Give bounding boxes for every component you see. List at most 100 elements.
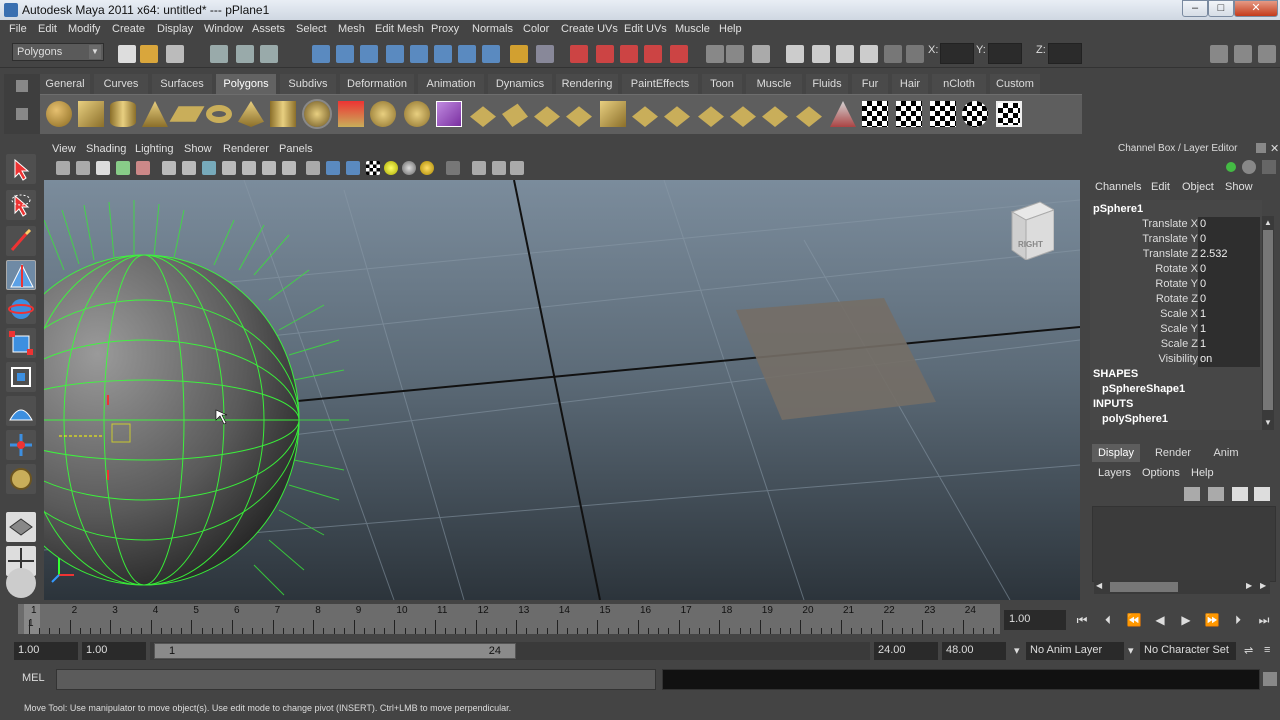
render-frame-icon[interactable] (812, 45, 830, 63)
channel-box-object-name[interactable]: pSphere1 (1093, 203, 1143, 215)
menu-edit[interactable]: Edit (38, 23, 57, 35)
menu-help[interactable]: Help (719, 23, 742, 35)
open-scene-icon[interactable] (140, 45, 158, 63)
menu-edit-mesh[interactable]: Edit Mesh (375, 23, 424, 35)
highlight-selection-icon[interactable] (536, 45, 554, 63)
quadrangulate-icon[interactable] (796, 106, 822, 127)
scroll-thumb[interactable] (1263, 230, 1273, 410)
render-settings-icon[interactable] (860, 45, 878, 63)
shelf-tab-polygons[interactable]: Polygons (216, 74, 276, 94)
reduce-icon[interactable] (830, 101, 856, 127)
save-scene-icon[interactable] (166, 45, 184, 63)
both-mode-icon[interactable] (1262, 160, 1276, 174)
boolean-union-icon[interactable] (404, 101, 430, 127)
cb-menu-channels[interactable]: Channels (1095, 181, 1141, 193)
select-misc-icon[interactable] (482, 45, 500, 63)
show-manipulator-icon[interactable] (6, 430, 36, 460)
channel-value[interactable]: 0 (1198, 262, 1260, 277)
soft-modification-tool-icon[interactable] (6, 396, 36, 426)
character-set-dropdown[interactable]: No Character Set (1140, 642, 1236, 660)
sphere-object[interactable] (44, 200, 349, 596)
collapse-icon[interactable] (730, 106, 756, 127)
cb-menu-object[interactable]: Object (1182, 181, 1214, 193)
textured-icon[interactable] (366, 161, 380, 175)
channel-row[interactable]: Rotate X0 (1088, 262, 1260, 277)
character-set-dropdown-icon[interactable]: ▾ (1124, 642, 1140, 660)
xray-icon[interactable] (446, 161, 460, 175)
play-forwards-icon[interactable]: ▶ (1176, 611, 1196, 629)
snap-grid-icon[interactable] (570, 45, 588, 63)
share-icon[interactable] (510, 161, 524, 175)
poly-plane-icon[interactable] (169, 106, 205, 122)
range-slider[interactable]: 1 24 (150, 642, 870, 660)
combine-icon[interactable] (338, 101, 364, 127)
create-empty-layer-icon[interactable] (1232, 487, 1248, 501)
spherical-mapping-icon[interactable] (930, 101, 956, 127)
perspective-viewport[interactable]: RIGHT (44, 180, 1080, 600)
select-rendering-icon[interactable] (458, 45, 476, 63)
safe-action-icon[interactable] (262, 161, 276, 175)
append-polygon-icon[interactable] (534, 106, 560, 127)
shelf-tab-custom[interactable]: Custom (990, 74, 1040, 94)
lock-selection-icon[interactable] (510, 45, 528, 63)
animation-start-field[interactable]: 1.00 (14, 642, 78, 660)
grid-icon[interactable] (162, 161, 176, 175)
shelf-tab-surfaces[interactable]: Surfaces (152, 74, 212, 94)
attribute-editor-toggle-icon[interactable] (1210, 45, 1228, 63)
poly-prism-icon[interactable] (238, 101, 264, 127)
menu-normals[interactable]: Normals (472, 23, 513, 35)
bridge-icon[interactable] (502, 103, 528, 127)
playback-end-field[interactable]: 24.00 (874, 642, 938, 660)
select-curves-icon[interactable] (360, 45, 378, 63)
select-camera-icon[interactable] (56, 161, 70, 175)
auto-key-icon[interactable]: ⇌ (1240, 642, 1258, 660)
separate-icon[interactable] (370, 101, 396, 127)
film-gate-icon[interactable] (182, 161, 196, 175)
history-output-icon[interactable] (726, 45, 744, 63)
select-dynamics-icon[interactable] (434, 45, 452, 63)
panel-menu-lighting[interactable]: Lighting (135, 143, 174, 155)
anim-layer-dropdown[interactable]: No Anim Layer (1026, 642, 1124, 660)
channel-box-scrollbar[interactable]: ▲ ▼ (1262, 216, 1274, 430)
camera-attributes-icon[interactable] (76, 161, 90, 175)
menu-set-dropdown[interactable]: Polygons ▼ (12, 43, 104, 61)
shelf-tab-muscle[interactable]: Muscle (746, 74, 802, 94)
ipr-render-icon[interactable] (836, 45, 854, 63)
image-plane-icon[interactable] (116, 161, 130, 175)
panel-menu-show[interactable]: Show (184, 143, 212, 155)
scroll-up-icon[interactable]: ▲ (1263, 218, 1273, 228)
channel-row[interactable]: Scale Z1 (1088, 337, 1260, 352)
shelf-tab-fur[interactable]: Fur (852, 74, 888, 94)
current-frame-field[interactable]: 1.00 (1004, 610, 1066, 630)
poly-cube-icon[interactable] (78, 101, 104, 127)
scroll-left-icon[interactable]: ◀ (1096, 581, 1102, 590)
shelf-tab-animation[interactable]: Animation (418, 74, 484, 94)
last-used-tool-icon[interactable] (6, 464, 36, 494)
move-layer-up-icon[interactable] (1184, 487, 1200, 501)
range-slider-thumb[interactable]: 1 24 (154, 643, 516, 659)
bevel-icon[interactable] (664, 106, 690, 127)
create-layer-from-selected-icon[interactable] (1254, 487, 1270, 501)
menu-file[interactable]: File (9, 23, 27, 35)
menu-create-uvs[interactable]: Create UVs (561, 23, 618, 35)
float-panel-icon[interactable] (1256, 143, 1266, 153)
script-editor-icon[interactable] (1263, 672, 1277, 686)
poly-pipe-icon[interactable] (270, 101, 296, 127)
shelf-tab-fluids[interactable]: Fluids (806, 74, 848, 94)
shelf-tab-subdivs[interactable]: Subdivs (280, 74, 336, 94)
channel-row[interactable]: Scale X1 (1088, 307, 1260, 322)
hscroll-thumb[interactable] (1110, 582, 1178, 592)
menu-modify[interactable]: Modify (68, 23, 100, 35)
panel-menu-panels[interactable]: Panels (279, 143, 313, 155)
xray-joints-icon[interactable] (492, 161, 506, 175)
channel-row[interactable]: Translate Y0 (1088, 232, 1260, 247)
safe-title-icon[interactable] (282, 161, 296, 175)
menu-select[interactable]: Select (296, 23, 327, 35)
channel-row[interactable]: Rotate Z0 (1088, 292, 1260, 307)
playback-start-field[interactable]: 1.00 (82, 642, 146, 660)
make-live-icon[interactable] (670, 45, 688, 63)
tool-settings-toggle-icon[interactable] (1234, 45, 1252, 63)
select-joints-icon[interactable] (336, 45, 354, 63)
split-polygon-icon[interactable] (566, 106, 592, 127)
select-deformers-icon[interactable] (410, 45, 428, 63)
